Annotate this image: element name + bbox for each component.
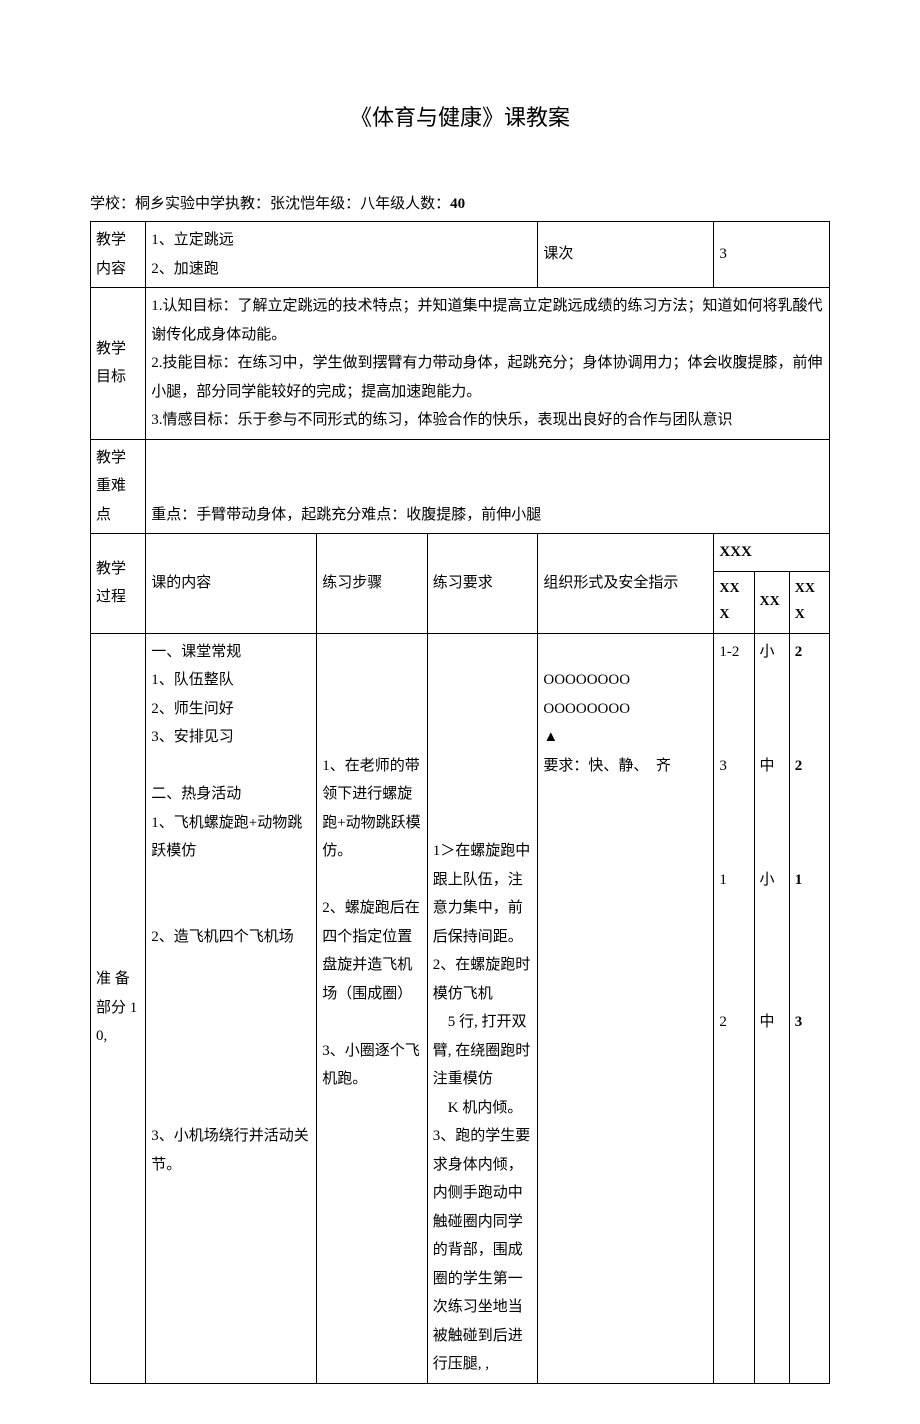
label-prep: 准 备 部分 10, bbox=[91, 633, 146, 1383]
meta-line: 学校：桐乡实验中学执教：张沈恺年级：八年级人数：40 bbox=[90, 192, 830, 213]
prep-col6b: 小 中 小 中 bbox=[754, 633, 789, 1383]
prep-col2: 一、课堂常规 1、队伍整队 2、师生问好 3、安排见习 二、热身活动 1、飞机螺… bbox=[146, 633, 317, 1383]
hdr-sub-c: XXX bbox=[789, 571, 829, 633]
lesson-plan-table: 教学内容 1、立定跳远 2、加速跑 课次 3 教学目标 1.认知目标：了解立定跳… bbox=[90, 221, 830, 1384]
hdr-process: 教学过程 bbox=[91, 534, 146, 634]
keypoints-text: 重点：手臂带动身体，起跳充分难点：收腹提膝，前伸小腿 bbox=[146, 439, 830, 534]
keci-label: 课次 bbox=[538, 222, 714, 288]
hdr-xxx: XXX bbox=[714, 534, 830, 572]
count-label: 人数： bbox=[405, 196, 450, 212]
grade-label: 年级： bbox=[315, 196, 360, 212]
label-goals: 教学目标 bbox=[91, 288, 146, 440]
teacher-label: 执教： bbox=[225, 196, 270, 212]
hdr-sub-a: XXX bbox=[714, 571, 754, 633]
hdr-content: 课的内容 bbox=[146, 534, 317, 634]
hdr-steps: 练习步骤 bbox=[317, 534, 428, 634]
hdr-requirements: 练习要求 bbox=[427, 534, 538, 634]
row-keypoints: 教学重难点 重点：手臂带动身体，起跳充分难点：收腹提膝，前伸小腿 bbox=[91, 439, 830, 534]
prep-col6c: 2 2 1 3 bbox=[789, 633, 829, 1383]
school-value: 桐乡实验中学 bbox=[135, 196, 225, 212]
prep-col3: 1、在老师的带领下进行螺旋跑+动物跳跃模仿。 2、螺旋跑后在四个指定位置盘旋并造… bbox=[317, 633, 428, 1383]
prep-col4: 1＞在螺旋跑中跟上队伍，注意力集中，前后保持间距。 2、在螺旋跑时模仿飞机 5 … bbox=[427, 633, 538, 1383]
header-row: 教学过程 课的内容 练习步骤 练习要求 组织形式及安全指示 XXX bbox=[91, 534, 830, 572]
hdr-org: 组织形式及安全指示 bbox=[538, 534, 714, 634]
label-keypoints: 教学重难点 bbox=[91, 439, 146, 534]
prep-col5: OOOOOOOO OOOOOOOO ▲ 要求：快、静、 齐 bbox=[538, 633, 714, 1383]
content-text: 1、立定跳远 2、加速跑 bbox=[146, 222, 538, 288]
school-label: 学校： bbox=[90, 196, 135, 212]
row-content: 教学内容 1、立定跳远 2、加速跑 课次 3 bbox=[91, 222, 830, 288]
count-value: 40 bbox=[450, 196, 465, 212]
row-prep: 准 备 部分 10, 一、课堂常规 1、队伍整队 2、师生问好 3、安排见习 二… bbox=[91, 633, 830, 1383]
prep-col6a: 1-2 3 1 2 bbox=[714, 633, 754, 1383]
hdr-sub-b: XX bbox=[754, 571, 789, 633]
grade-value: 八年级 bbox=[360, 196, 405, 212]
teacher-value: 张沈恺 bbox=[270, 196, 315, 212]
page-title: 《体育与健康》课教案 bbox=[90, 100, 830, 132]
goals-text: 1.认知目标：了解立定跳远的技术特点；并知道集中提高立定跳远成绩的练习方法；知道… bbox=[146, 288, 830, 440]
keci-value: 3 bbox=[714, 222, 830, 288]
row-goals: 教学目标 1.认知目标：了解立定跳远的技术特点；并知道集中提高立定跳远成绩的练习… bbox=[91, 288, 830, 440]
label-content: 教学内容 bbox=[91, 222, 146, 288]
